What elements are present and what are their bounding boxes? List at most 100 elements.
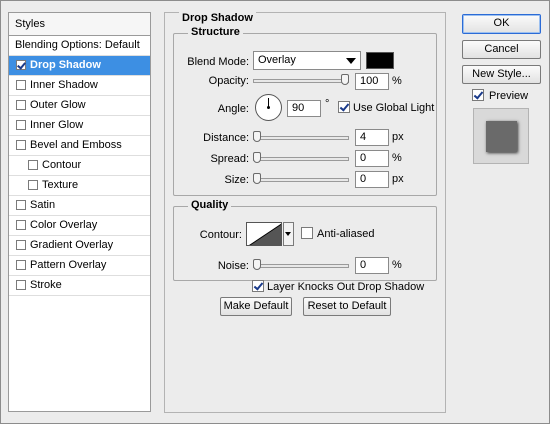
angle-label: Angle: [217, 103, 249, 115]
spread-slider-track[interactable] [253, 157, 349, 161]
style-item[interactable]: Color Overlay [9, 216, 150, 236]
distance-slider-knob[interactable] [253, 131, 261, 142]
shadow-color-swatch[interactable] [366, 52, 394, 69]
spread-label: Spread: [210, 153, 249, 165]
style-item[interactable]: Blending Options: Default [9, 36, 150, 56]
distance-input[interactable]: 4 [355, 129, 389, 146]
style-item-checkbox[interactable] [16, 100, 26, 110]
structure-title: Structure [188, 26, 243, 38]
style-item-label: Contour [42, 159, 82, 171]
layer-knocks-out-checkbox[interactable] [252, 280, 264, 292]
style-item[interactable]: Pattern Overlay [9, 256, 150, 276]
cancel-button[interactable]: Cancel [462, 40, 541, 59]
style-item[interactable]: Texture [9, 176, 150, 196]
angle-unit: ° [325, 98, 330, 110]
style-item-checkbox[interactable] [28, 160, 38, 170]
ok-button[interactable]: OK [462, 14, 541, 34]
style-item-label: Inner Glow [30, 119, 84, 131]
drop-shadow-panel: Drop Shadow Structure Blend Mode: Overla… [164, 12, 446, 413]
noise-unit: % [392, 259, 402, 271]
style-item-checkbox[interactable] [28, 180, 38, 190]
use-global-light-label: Use Global Light [353, 102, 435, 114]
style-item-checkbox[interactable] [16, 220, 26, 230]
anti-aliased-checkbox[interactable] [301, 227, 313, 239]
layer-style-dialog: Styles Blending Options: Default Drop Sha… [0, 0, 550, 424]
spread-input[interactable]: 0 [355, 150, 389, 167]
size-label: Size: [224, 174, 249, 186]
contour-dropdown[interactable] [283, 222, 294, 246]
reset-to-default-button[interactable]: Reset to Default [303, 297, 391, 316]
angle-dial[interactable] [255, 94, 282, 121]
style-item-label: Satin [30, 199, 56, 211]
style-item[interactable]: Inner Glow [9, 116, 150, 136]
style-item-label: Color Overlay [30, 219, 98, 231]
style-item[interactable]: Gradient Overlay [9, 236, 150, 256]
style-item[interactable]: Outer Glow [9, 96, 150, 116]
quality-group: Quality Contour: Anti-aliased Noise: 0 % [173, 199, 437, 281]
size-slider-track[interactable] [253, 178, 349, 182]
spread-slider-knob[interactable] [253, 152, 261, 163]
style-item-label: Texture [42, 179, 79, 191]
noise-slider-knob[interactable] [253, 259, 261, 270]
opacity-unit: % [392, 75, 402, 87]
spread-unit: % [392, 152, 402, 164]
make-default-button[interactable]: Make Default [220, 297, 292, 316]
noise-input[interactable]: 0 [355, 257, 389, 274]
preview-swatch [486, 121, 517, 152]
chevron-down-icon [285, 232, 291, 236]
size-input[interactable]: 0 [355, 171, 389, 188]
distance-label: Distance: [203, 132, 249, 144]
style-item-label: Bevel and Emboss [30, 139, 122, 151]
distance-unit: px [392, 131, 404, 143]
contour-preview[interactable] [246, 222, 282, 246]
drop-shadow-title: Drop Shadow [179, 12, 256, 24]
style-item-label: Gradient Overlay [30, 239, 114, 251]
style-item-checkbox[interactable] [16, 140, 26, 150]
use-global-light-checkbox[interactable] [338, 101, 350, 113]
style-item[interactable]: Contour [9, 156, 150, 176]
blend-mode-value: Overlay [258, 54, 296, 66]
chevron-down-icon [346, 58, 356, 64]
style-item-checkbox[interactable] [16, 280, 26, 290]
style-preview-thumbnail [473, 108, 529, 164]
style-item-checkbox[interactable] [16, 260, 26, 270]
new-style-button[interactable]: New Style... [462, 65, 541, 84]
blend-mode-label: Blend Mode: [187, 56, 249, 68]
layer-knocks-out-label: Layer Knocks Out Drop Shadow [267, 281, 425, 293]
opacity-input[interactable]: 100 [355, 73, 389, 90]
style-item[interactable]: Satin [9, 196, 150, 216]
style-item-label: Inner Shadow [30, 79, 98, 91]
size-unit: px [392, 173, 404, 185]
style-item-checkbox[interactable] [16, 120, 26, 130]
style-item-label: Pattern Overlay [30, 259, 107, 271]
opacity-slider-track[interactable] [253, 79, 349, 83]
style-item-checkbox[interactable] [16, 80, 26, 90]
angle-input[interactable]: 90 [287, 100, 321, 117]
angle-center-dot [267, 106, 270, 109]
style-item-checkbox[interactable] [16, 240, 26, 250]
contour-label: Contour: [199, 229, 242, 241]
styles-header: Styles [9, 13, 150, 36]
style-item-label: Drop Shadow [30, 59, 101, 71]
opacity-slider-knob[interactable] [341, 74, 349, 85]
size-slider-knob[interactable] [253, 173, 261, 184]
style-item-label: Blending Options: Default [15, 39, 140, 51]
noise-label: Noise: [217, 260, 249, 272]
opacity-label: Opacity: [208, 75, 249, 87]
style-item[interactable]: Drop Shadow [9, 56, 150, 76]
preview-checkbox[interactable] [472, 89, 484, 101]
style-item-checkbox[interactable] [16, 200, 26, 210]
blend-mode-select[interactable]: Overlay [253, 51, 361, 70]
noise-slider-track[interactable] [253, 264, 349, 268]
style-item-checkbox[interactable] [16, 60, 26, 70]
contour-curve-icon [249, 223, 281, 245]
distance-slider-track[interactable] [253, 136, 349, 140]
quality-title: Quality [188, 199, 232, 211]
preview-label: Preview [489, 90, 529, 102]
style-item[interactable]: Inner Shadow [9, 76, 150, 96]
style-item-label: Stroke [30, 279, 62, 291]
style-item[interactable]: Bevel and Emboss [9, 136, 150, 156]
style-item-label: Outer Glow [30, 99, 86, 111]
structure-group: Structure Blend Mode: Overlay Opacity: 1… [173, 26, 437, 196]
style-item[interactable]: Stroke [9, 276, 150, 296]
